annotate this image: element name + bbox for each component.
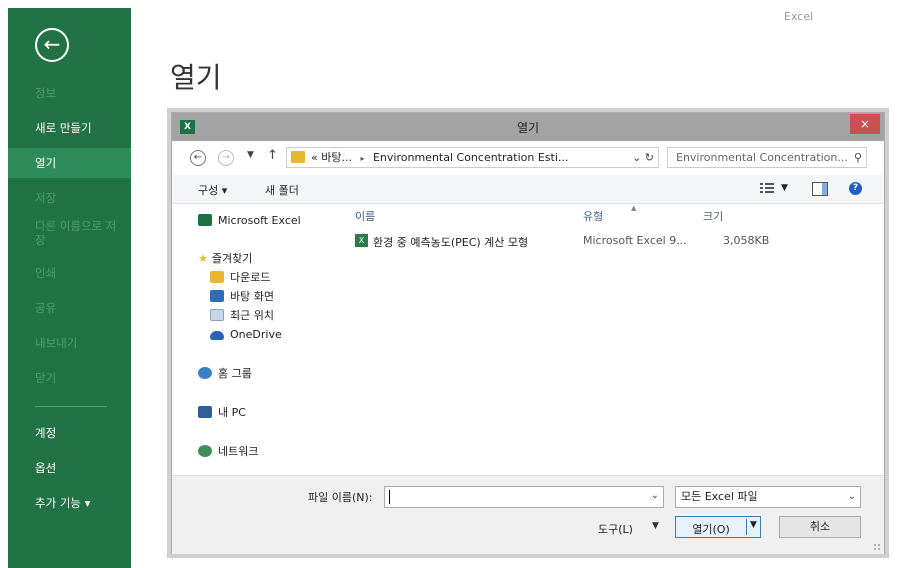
breadcrumb-separator: ▸ bbox=[360, 154, 365, 163]
excel-icon bbox=[198, 214, 212, 226]
help-icon[interactable]: ? bbox=[849, 182, 862, 195]
close-button[interactable]: × bbox=[850, 114, 880, 134]
network-icon bbox=[198, 445, 212, 457]
file-type-filter-value: 모든 Excel 파일 bbox=[681, 490, 758, 503]
filename-input[interactable]: ⌄ bbox=[384, 486, 664, 508]
backstage-sidebar: ← 정보 새로 만들기 열기 저장 다른 이름으로 저장 인쇄 공유 내보내기 … bbox=[8, 8, 131, 568]
nav-item-new[interactable]: 새로 만들기 bbox=[8, 113, 131, 143]
nav-downloads[interactable]: 다운로드 bbox=[210, 269, 270, 287]
nav-recent-label: 최근 위치 bbox=[230, 309, 274, 322]
nav-item-save[interactable]: 저장 bbox=[8, 183, 131, 213]
breadcrumb-desktop[interactable]: 바탕... bbox=[321, 151, 352, 164]
cancel-button[interactable]: 취소 bbox=[779, 516, 861, 538]
open-button-divider bbox=[746, 519, 747, 535]
forward-icon[interactable]: → bbox=[218, 150, 234, 166]
downloads-folder-icon bbox=[210, 271, 224, 283]
address-bar-row: ← → ▼ ↑ « 바탕... ▸ Environmental Concentr… bbox=[172, 141, 884, 175]
breadcrumb-overflow[interactable]: « bbox=[311, 151, 318, 164]
dialog-title: 열기 bbox=[516, 121, 540, 135]
filename-label: 파일 이름(N): bbox=[308, 491, 373, 504]
computer-icon bbox=[198, 406, 212, 418]
nav-item-account[interactable]: 계정 bbox=[8, 418, 131, 448]
search-input[interactable]: Environmental Concentration... ⚲ bbox=[667, 147, 867, 168]
nav-recent-places[interactable]: 최근 위치 bbox=[210, 307, 274, 325]
nav-item-options[interactable]: 옵션 bbox=[8, 453, 131, 483]
nav-item-addins[interactable]: 추가 기능 ▾ bbox=[8, 488, 131, 518]
dialog-footer: 파일 이름(N): ⌄ 모든 Excel 파일 ⌄ 도구(L) ▼ 열기(O) … bbox=[172, 475, 884, 554]
view-dropdown-icon[interactable]: ▼ bbox=[781, 183, 788, 193]
nav-onedrive[interactable]: OneDrive bbox=[210, 326, 282, 344]
nav-this-pc-label: 내 PC bbox=[218, 406, 246, 419]
nav-network-label: 네트워크 bbox=[218, 445, 259, 458]
folder-icon bbox=[291, 151, 305, 163]
chevron-down-icon[interactable]: ⌄ bbox=[848, 487, 856, 507]
dialog-titlebar[interactable]: X 열기 × bbox=[172, 113, 884, 141]
nav-desktop[interactable]: 바탕 화면 bbox=[210, 288, 274, 306]
nav-item-open[interactable]: 열기 bbox=[8, 148, 131, 178]
preview-pane-icon[interactable] bbox=[812, 182, 828, 196]
nav-favorites[interactable]: ★ 즐겨찾기 bbox=[198, 250, 252, 268]
nav-network[interactable]: 네트워크 bbox=[198, 443, 258, 461]
organize-button[interactable]: 구성 ▾ bbox=[198, 182, 227, 198]
refresh-icon[interactable]: ⌄ ↻ bbox=[632, 148, 654, 167]
nav-favorites-label: 즐겨찾기 bbox=[211, 252, 253, 265]
nav-item-export[interactable]: 내보내기 bbox=[8, 328, 131, 358]
breadcrumb-current-folder[interactable]: Environmental Concentration Esti... bbox=[373, 151, 568, 164]
sort-indicator-icon: ▲ bbox=[631, 204, 637, 212]
up-arrow-icon[interactable]: ↑ bbox=[267, 148, 278, 163]
navigation-pane: Microsoft Excel ★ 즐겨찾기 다운로드 바탕 화면 최근 위치 O… bbox=[172, 204, 347, 514]
file-type: Microsoft Excel 9... bbox=[583, 234, 687, 247]
star-icon: ★ bbox=[198, 252, 208, 265]
tools-button[interactable]: 도구(L) bbox=[598, 521, 633, 537]
new-folder-button[interactable]: 새 폴더 bbox=[265, 182, 299, 198]
resize-grip-icon[interactable] bbox=[873, 543, 881, 551]
address-bar[interactable]: « 바탕... ▸ Environmental Concentration Es… bbox=[286, 147, 659, 168]
back-arrow-icon[interactable]: ← bbox=[35, 28, 69, 62]
text-caret bbox=[389, 490, 390, 504]
column-header-type[interactable]: 유형 bbox=[583, 208, 603, 224]
tools-dropdown-icon[interactable]: ▼ bbox=[652, 521, 659, 531]
nav-this-pc[interactable]: 내 PC bbox=[198, 404, 246, 422]
column-header-name[interactable]: 이름 bbox=[355, 208, 375, 224]
file-list: ▲ 이름 유형 크기 X 환경 중 예측농도(PEC) 계산 모형 Micros… bbox=[347, 204, 884, 474]
file-row[interactable]: X 환경 중 예측농도(PEC) 계산 모형 Microsoft Excel 9… bbox=[351, 232, 771, 252]
nav-microsoft-excel[interactable]: Microsoft Excel bbox=[198, 212, 301, 230]
nav-desktop-label: 바탕 화면 bbox=[230, 290, 274, 303]
onedrive-cloud-icon bbox=[210, 331, 224, 340]
column-header-size[interactable]: 크기 bbox=[703, 208, 723, 224]
file-type-filter-select[interactable]: 모든 Excel 파일 ⌄ bbox=[675, 486, 861, 508]
nav-item-close[interactable]: 닫기 bbox=[8, 363, 131, 393]
nav-item-share[interactable]: 공유 bbox=[8, 293, 131, 323]
view-options-icon[interactable] bbox=[760, 182, 774, 194]
nav-homegroup[interactable]: 홈 그룹 bbox=[198, 365, 252, 383]
open-file-dialog: X 열기 × ← → ▼ ↑ « 바탕... ▸ Environmental C… bbox=[171, 112, 885, 554]
search-placeholder: Environmental Concentration... bbox=[676, 151, 848, 164]
nav-divider bbox=[35, 406, 107, 407]
nav-downloads-label: 다운로드 bbox=[230, 271, 271, 284]
nav-onedrive-label: OneDrive bbox=[230, 328, 282, 341]
open-button[interactable]: 열기(O) ▼ bbox=[675, 516, 761, 538]
open-button-label: 열기(O) bbox=[692, 523, 730, 536]
nav-microsoft-excel-label: Microsoft Excel bbox=[218, 214, 301, 227]
dialog-toolbar: 구성 ▾ 새 폴더 ▼ ? bbox=[172, 175, 884, 204]
file-name: 환경 중 예측농도(PEC) 계산 모형 bbox=[373, 236, 529, 249]
chevron-down-icon[interactable]: ⌄ bbox=[651, 490, 659, 501]
nav-homegroup-label: 홈 그룹 bbox=[218, 367, 252, 380]
back-icon[interactable]: ← bbox=[190, 150, 206, 166]
open-dropdown-icon[interactable]: ▼ bbox=[750, 520, 757, 530]
file-size: 3,058KB bbox=[723, 234, 770, 247]
recent-places-icon bbox=[210, 309, 224, 321]
nav-item-info[interactable]: 정보 bbox=[8, 78, 131, 108]
search-icon[interactable]: ⚲ bbox=[851, 148, 862, 167]
app-title: Excel bbox=[784, 10, 814, 23]
excel-file-icon: X bbox=[355, 234, 368, 247]
nav-item-save-as[interactable]: 다른 이름으로 저장 bbox=[8, 218, 118, 248]
page-title: 열기 bbox=[170, 61, 222, 94]
homegroup-icon bbox=[198, 367, 212, 379]
breadcrumb: « 바탕... ▸ Environmental Concentration Es… bbox=[311, 148, 568, 168]
chevron-down-icon[interactable]: ▼ bbox=[247, 150, 254, 160]
nav-item-print[interactable]: 인쇄 bbox=[8, 258, 131, 288]
desktop-icon bbox=[210, 290, 224, 302]
